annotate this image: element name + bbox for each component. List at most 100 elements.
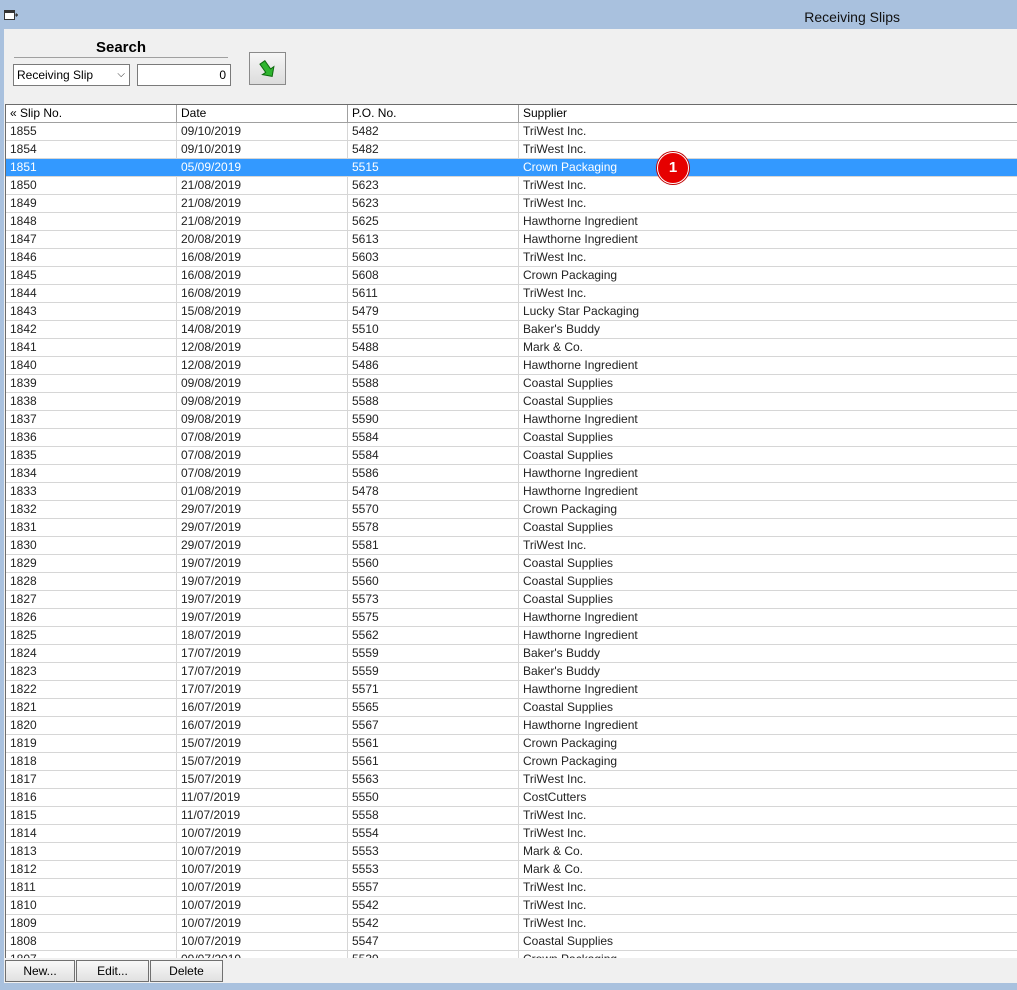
table-row[interactable]: 1845 16/08/2019 5608 Crown Packaging [6, 267, 1017, 285]
table-row[interactable]: 1831 29/07/2019 5578 Coastal Supplies [6, 519, 1017, 537]
cell-date: 12/08/2019 [177, 357, 348, 374]
table-row[interactable]: 1840 12/08/2019 5486 Hawthorne Ingredient [6, 357, 1017, 375]
table-row[interactable]: 1844 16/08/2019 5611 TriWest Inc. [6, 285, 1017, 303]
cell-supplier: Mark & Co. [519, 861, 1017, 878]
new-button[interactable]: New... [5, 960, 75, 982]
cell-po-no: 5547 [348, 933, 519, 950]
table-row[interactable]: 1849 21/08/2019 5623 TriWest Inc. [6, 195, 1017, 213]
table-row[interactable]: 1815 11/07/2019 5558 TriWest Inc. [6, 807, 1017, 825]
column-header-date[interactable]: Date [177, 105, 348, 122]
table-row[interactable]: 1826 19/07/2019 5575 Hawthorne Ingredient [6, 609, 1017, 627]
cell-supplier: Crown Packaging [519, 951, 1017, 958]
table-row[interactable]: 1830 29/07/2019 5581 TriWest Inc. [6, 537, 1017, 555]
table-row[interactable]: 1847 20/08/2019 5613 Hawthorne Ingredient [6, 231, 1017, 249]
cell-date: 15/08/2019 [177, 303, 348, 320]
table-row[interactable]: 1809 10/07/2019 5542 TriWest Inc. [6, 915, 1017, 933]
cell-po-no: 5562 [348, 627, 519, 644]
cell-date: 10/07/2019 [177, 843, 348, 860]
cell-slip-no: 1832 [6, 501, 177, 518]
cell-date: 10/07/2019 [177, 879, 348, 896]
edit-button[interactable]: Edit... [76, 960, 149, 982]
cell-date: 11/07/2019 [177, 789, 348, 806]
cell-slip-no: 1822 [6, 681, 177, 698]
search-input[interactable] [137, 64, 231, 86]
cell-slip-no: 1819 [6, 735, 177, 752]
cell-supplier: Baker's Buddy [519, 321, 1017, 338]
cell-supplier: TriWest Inc. [519, 897, 1017, 914]
cell-slip-no: 1838 [6, 393, 177, 410]
table-row[interactable]: 1854 09/10/2019 5482 TriWest Inc. [6, 141, 1017, 159]
cell-slip-no: 1837 [6, 411, 177, 428]
action-bar: New... Edit... Delete [4, 958, 1017, 983]
table-row[interactable]: 1822 17/07/2019 5571 Hawthorne Ingredient [6, 681, 1017, 699]
table-row[interactable]: 1829 19/07/2019 5560 Coastal Supplies [6, 555, 1017, 573]
cell-supplier: TriWest Inc. [519, 177, 1017, 194]
table-row[interactable]: 180709/07/20195539Crown Packaging [6, 951, 1017, 958]
table-row[interactable]: 1810 10/07/2019 5542 TriWest Inc. [6, 897, 1017, 915]
cell-po-no: 5561 [348, 735, 519, 752]
table-row[interactable]: 1828 19/07/2019 5560 Coastal Supplies [6, 573, 1017, 591]
cell-date: 11/07/2019 [177, 807, 348, 824]
cell-supplier: Hawthorne Ingredient [519, 231, 1017, 248]
cell-supplier: Crown Packaging [519, 735, 1017, 752]
cell-date: 21/08/2019 [177, 213, 348, 230]
cell-po-no: 5482 [348, 123, 519, 140]
table-row[interactable]: 1855 09/10/2019 5482 TriWest Inc. [6, 123, 1017, 141]
table-row[interactable]: 1813 10/07/2019 5553 Mark & Co. [6, 843, 1017, 861]
cell-date: 17/07/2019 [177, 663, 348, 680]
table-row[interactable]: 1833 01/08/2019 5478 Hawthorne Ingredient [6, 483, 1017, 501]
table-row[interactable]: 1818 15/07/2019 5561 Crown Packaging [6, 753, 1017, 771]
cell-date: 05/09/2019 [177, 159, 348, 176]
cell-date: 16/07/2019 [177, 699, 348, 716]
table-row[interactable]: 1824 17/07/2019 5559 Baker's Buddy [6, 645, 1017, 663]
table-row[interactable]: 1846 16/08/2019 5603 TriWest Inc. [6, 249, 1017, 267]
table-row[interactable]: 1823 17/07/2019 5559 Baker's Buddy [6, 663, 1017, 681]
cell-po-no: 5588 [348, 393, 519, 410]
table-row[interactable]: 1841 12/08/2019 5488 Mark & Co. [6, 339, 1017, 357]
cell-slip-no: 1815 [6, 807, 177, 824]
table-row[interactable]: 1843 15/08/2019 5479 Lucky Star Packaging [6, 303, 1017, 321]
cell-supplier: TriWest Inc. [519, 249, 1017, 266]
table-row[interactable]: 1848 21/08/2019 5625 Hawthorne Ingredient [6, 213, 1017, 231]
search-go-button[interactable] [249, 52, 286, 85]
table-row[interactable]: 1837 09/08/2019 5590 Hawthorne Ingredient [6, 411, 1017, 429]
cell-date: 19/07/2019 [177, 573, 348, 590]
cell-slip-no: 1845 [6, 267, 177, 284]
cell-po-no: 5557 [348, 879, 519, 896]
cell-slip-no: 1821 [6, 699, 177, 716]
table-row[interactable]: 1842 14/08/2019 5510 Baker's Buddy [6, 321, 1017, 339]
table-row[interactable]: 1819 15/07/2019 5561 Crown Packaging [6, 735, 1017, 753]
table-row[interactable]: 1811 10/07/2019 5557 TriWest Inc. [6, 879, 1017, 897]
table-row[interactable]: 1821 16/07/2019 5565 Coastal Supplies [6, 699, 1017, 717]
table-row[interactable]: 1838 09/08/2019 5588 Coastal Supplies [6, 393, 1017, 411]
cell-slip-no: 1840 [6, 357, 177, 374]
table-row[interactable]: 1825 18/07/2019 5562 Hawthorne Ingredient [6, 627, 1017, 645]
cell-slip-no: 1843 [6, 303, 177, 320]
table-row[interactable]: 1850 21/08/2019 5623 TriWest Inc. [6, 177, 1017, 195]
table-row[interactable]: 1839 09/08/2019 5588 Coastal Supplies [6, 375, 1017, 393]
table-row[interactable]: 1836 07/08/2019 5584 Coastal Supplies [6, 429, 1017, 447]
table-row[interactable]: 1814 10/07/2019 5554 TriWest Inc. [6, 825, 1017, 843]
table-row[interactable]: 1851 05/09/2019 5515 Crown Packaging [6, 159, 1017, 177]
table-row[interactable]: 1835 07/08/2019 5584 Coastal Supplies [6, 447, 1017, 465]
column-header-po-no[interactable]: P.O. No. [348, 105, 519, 122]
cell-po-no: 5539 [348, 951, 519, 958]
cell-slip-no: 1813 [6, 843, 177, 860]
delete-button[interactable]: Delete [150, 960, 223, 982]
search-field-select[interactable]: Receiving Slip ⌵ [13, 64, 130, 86]
table-row[interactable]: 1817 15/07/2019 5563 TriWest Inc. [6, 771, 1017, 789]
table-row[interactable]: 1808 10/07/2019 5547 Coastal Supplies [6, 933, 1017, 951]
table-row[interactable]: 1832 29/07/2019 5570 Crown Packaging [6, 501, 1017, 519]
table-row[interactable]: 1827 19/07/2019 5573 Coastal Supplies [6, 591, 1017, 609]
new-button-label: New... [23, 964, 57, 978]
table-row[interactable]: 1834 07/08/2019 5586 Hawthorne Ingredient [6, 465, 1017, 483]
cell-supplier: Baker's Buddy [519, 663, 1017, 680]
cell-supplier: Hawthorne Ingredient [519, 357, 1017, 374]
cell-po-no: 5581 [348, 537, 519, 554]
cell-supplier: Lucky Star Packaging [519, 303, 1017, 320]
table-row[interactable]: 1820 16/07/2019 5567 Hawthorne Ingredient [6, 717, 1017, 735]
table-row[interactable]: 1812 10/07/2019 5553 Mark & Co. [6, 861, 1017, 879]
column-header-supplier[interactable]: Supplier [519, 105, 1017, 122]
column-header-slip-no[interactable]: « Slip No. [6, 105, 177, 122]
table-row[interactable]: 1816 11/07/2019 5550 CostCutters [6, 789, 1017, 807]
